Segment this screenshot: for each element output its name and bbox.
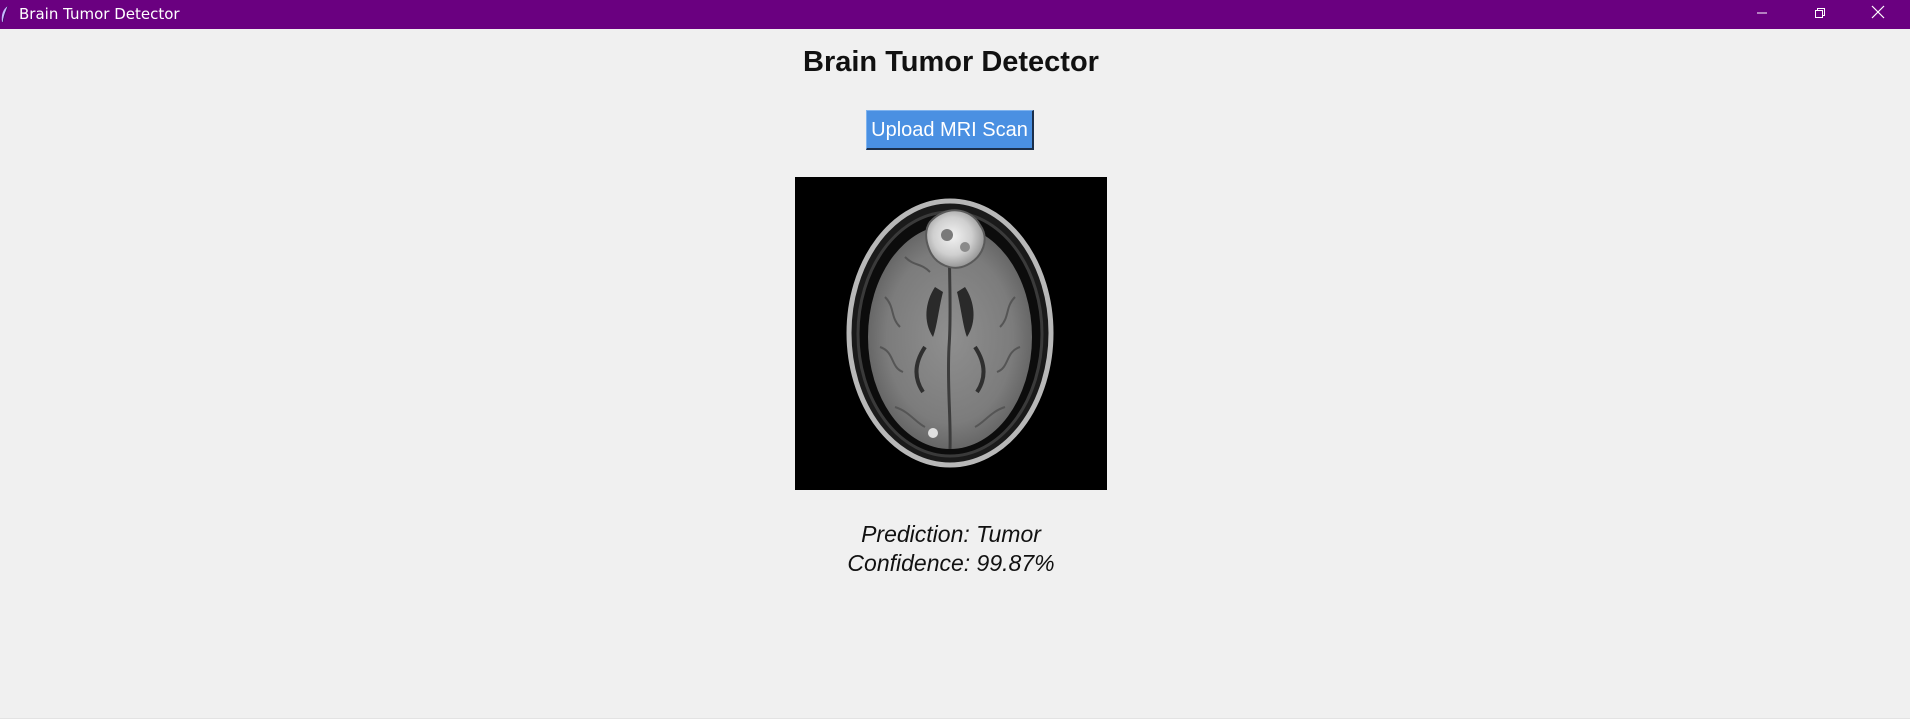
app-window-body: Brain Tumor Detector Upload MRI Scan Pre… xyxy=(0,29,1910,719)
window-titlebar: Brain Tumor Detector xyxy=(0,0,1910,29)
restore-icon xyxy=(1814,6,1826,24)
window-title: Brain Tumor Detector xyxy=(19,5,180,23)
close-icon xyxy=(1871,5,1885,24)
restore-button[interactable] xyxy=(1791,0,1849,29)
page-title: Brain Tumor Detector xyxy=(803,46,1099,78)
confidence-result: Confidence: 99.87% xyxy=(847,550,1055,576)
minimize-button[interactable] xyxy=(1733,0,1791,29)
upload-mri-scan-button[interactable]: Upload MRI Scan xyxy=(866,110,1034,150)
prediction-result: Prediction: Tumor xyxy=(861,521,1041,547)
feather-icon xyxy=(0,5,10,24)
brain-mri-scan-image xyxy=(795,177,1107,490)
close-button[interactable] xyxy=(1849,0,1907,29)
minimize-icon xyxy=(1756,6,1768,24)
